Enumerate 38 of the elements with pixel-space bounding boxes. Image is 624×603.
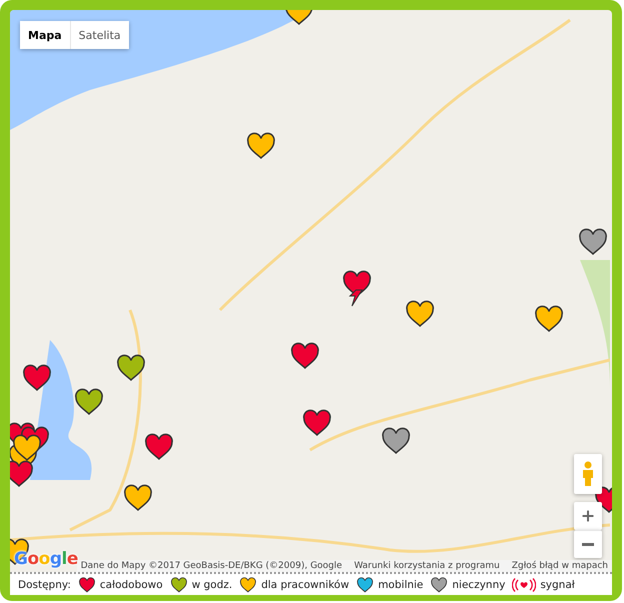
legend-label: całodobowo (100, 578, 163, 590)
heart-marker[interactable] (381, 427, 411, 455)
heart-marker[interactable] (405, 300, 435, 328)
zoom-out-button[interactable] (574, 530, 602, 558)
heart-icon (170, 576, 188, 592)
heart-marker[interactable] (74, 388, 104, 416)
heart-marker[interactable] (302, 409, 332, 437)
map-link[interactable]: Warunki korzystania z programu (354, 561, 500, 571)
legend-label: mobilnie (378, 578, 424, 590)
heart-marker[interactable] (246, 132, 276, 160)
map-logo: Google (14, 549, 78, 569)
map-link[interactable]: Zgłoś błąd w mapach (512, 561, 608, 571)
zoom-in-button[interactable] (574, 502, 602, 530)
heart-marker[interactable] (144, 433, 174, 461)
heart-marker[interactable] (116, 354, 146, 382)
heart-icon (239, 576, 258, 592)
heart-marker[interactable] (10, 460, 34, 488)
heart-lightning-marker[interactable] (342, 270, 372, 308)
map-attribution: Dane do Mapy ©2017 GeoBasis-DE/BKG (©2009), Google (80, 561, 342, 571)
heart-icon (78, 576, 96, 592)
map-type-tab[interactable]: Satelita (70, 21, 129, 49)
person-icon (581, 461, 595, 487)
legend-label: nieczynny (452, 578, 506, 590)
heart-icon (430, 576, 448, 592)
legend-label: w godz. (192, 578, 232, 590)
legend-label: sygnał (540, 578, 575, 590)
heart-marker[interactable] (12, 434, 42, 462)
heart-marker[interactable] (290, 342, 320, 370)
heart-marker[interactable] (578, 228, 608, 256)
heart-marker[interactable] (534, 305, 564, 333)
heart-icon (356, 576, 374, 592)
heart-marker[interactable] (123, 484, 153, 512)
legend-title: Dostępny: (18, 578, 71, 590)
legend-label: dla pracowników (261, 578, 350, 590)
minus-icon (582, 543, 594, 546)
map-type-tab[interactable]: Mapa (20, 21, 70, 49)
heart-marker[interactable] (22, 364, 52, 392)
plus-icon (580, 508, 596, 524)
